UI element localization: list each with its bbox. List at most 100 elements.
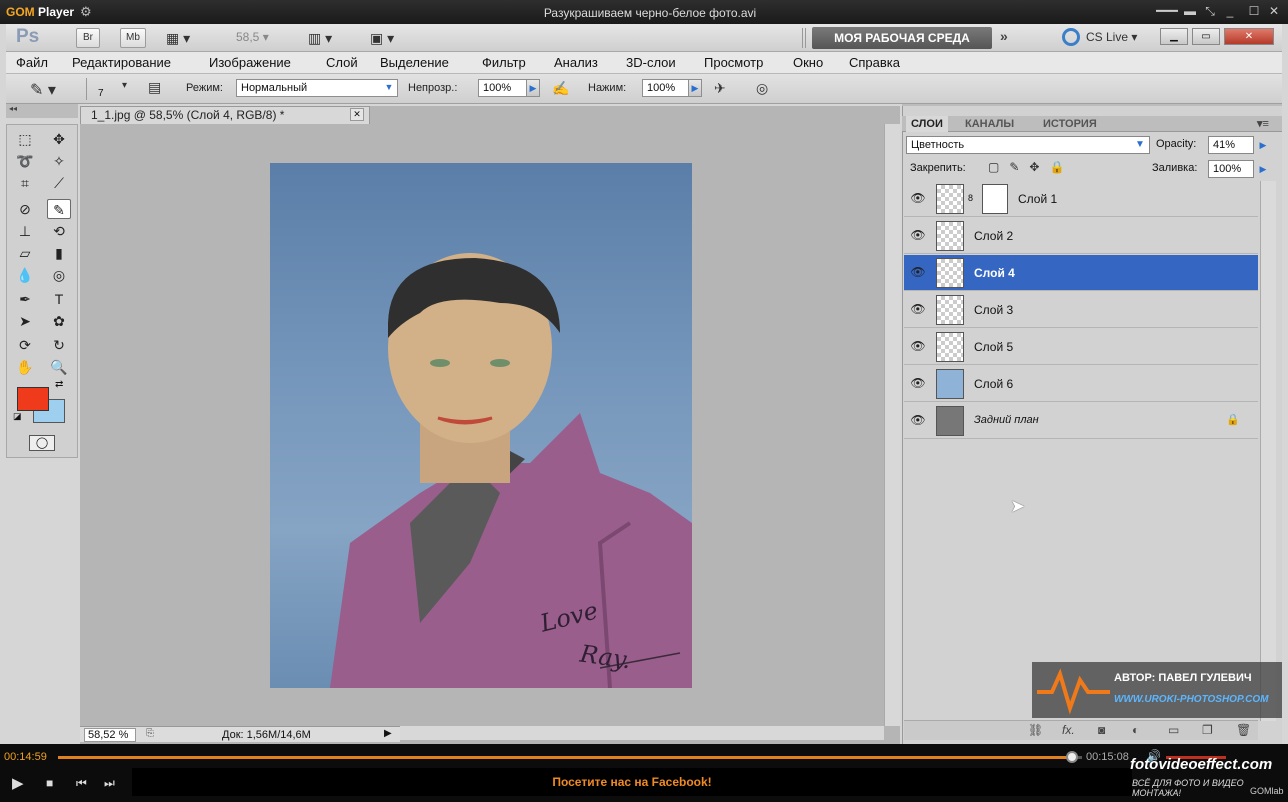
shape-tool-icon[interactable]: ✿ — [47, 311, 71, 331]
layer-row-5[interactable]: 👁 Слой 5 — [904, 329, 1258, 365]
seek-knob[interactable] — [1065, 751, 1078, 763]
play-icon[interactable]: ▶ — [12, 774, 24, 792]
menu-select[interactable]: Выделение — [380, 55, 449, 70]
panel-menu-icon[interactable]: ▾≡ — [1252, 116, 1274, 132]
3d-orbit-tool-icon[interactable]: ↻ — [47, 335, 71, 355]
menu-filter[interactable]: Фильтр — [482, 55, 526, 70]
menu-analysis[interactable]: Анализ — [554, 55, 598, 70]
history-brush-tool-icon[interactable]: ⟲ — [47, 221, 71, 241]
photo-image[interactable]: Love Ray. — [270, 163, 692, 688]
layer-row-6[interactable]: 👁 Слой 6 — [904, 366, 1258, 402]
pen-tool-icon[interactable]: ✒ — [13, 289, 37, 309]
fx-icon[interactable]: fx. — [1062, 723, 1075, 737]
chevron-down-icon[interactable]: ▼ — [382, 79, 396, 97]
menu-help[interactable]: Справка — [849, 55, 900, 70]
default-colors-icon[interactable]: ◪ — [13, 411, 22, 422]
zoom-status-input[interactable]: 58,52 % — [84, 728, 136, 742]
fill-arrow-icon[interactable]: ▶ — [1256, 160, 1270, 178]
share-icon[interactable]: ⎘ — [146, 728, 154, 739]
adjustment-layer-icon[interactable]: ◐ — [1132, 723, 1139, 737]
path-selection-tool-icon[interactable]: ➤ — [13, 311, 37, 331]
brush-tool-icon[interactable]: ✎ — [47, 199, 71, 219]
eraser-tool-icon[interactable]: ▱ — [13, 243, 37, 263]
layer-row-1[interactable]: 👁 8 Слой 1 — [904, 181, 1258, 217]
status-menu-arrow-icon[interactable]: ▶ — [384, 728, 392, 739]
blur-tool-icon[interactable]: 💧 — [13, 265, 37, 285]
view-extras-icon[interactable]: ▦ ▾ — [166, 30, 190, 47]
close-icon[interactable]: ✕ — [350, 108, 364, 121]
gom-volume-slider[interactable]: ━━━ — [1150, 4, 1184, 18]
previous-icon[interactable]: ⏮ — [76, 776, 87, 791]
zoom-tool-icon[interactable]: 🔍 — [47, 357, 71, 377]
marquee-tool-icon[interactable]: ⬚ — [13, 129, 37, 149]
chevron-down-icon[interactable]: ▼ — [1132, 137, 1148, 153]
screen-mode-icon[interactable]: ▣ ▾ — [370, 30, 394, 47]
link-layers-icon[interactable]: ⛓ — [1028, 723, 1043, 737]
hand-tool-icon[interactable]: ✋ — [13, 357, 37, 377]
cs-live-button[interactable]: CS Live ▾ — [1086, 30, 1137, 44]
arrange-documents-icon[interactable]: ▥ ▾ — [308, 30, 332, 47]
blend-mode-select[interactable]: Цветность — [906, 136, 1150, 154]
tab-layers[interactable]: СЛОИ — [906, 116, 948, 132]
gom-close-button[interactable]: ✕ — [1266, 4, 1282, 18]
add-mask-icon[interactable]: ◙ — [1098, 723, 1105, 737]
airbrush-icon[interactable]: ✈ — [714, 80, 726, 97]
eye-icon[interactable]: 👁 — [908, 302, 928, 316]
dodge-tool-icon[interactable]: ◎ — [47, 265, 71, 285]
gom-logo[interactable]: GOM Player — [6, 5, 74, 19]
stop-icon[interactable]: ■ — [46, 776, 53, 790]
move-tool-icon[interactable]: ✥ — [47, 129, 71, 149]
layer-mask-thumbnail[interactable] — [982, 184, 1008, 214]
menu-window[interactable]: Окно — [793, 55, 823, 70]
layer-row-4-selected[interactable]: 👁 Слой 4 — [904, 255, 1258, 291]
workspace-more-icon[interactable]: » — [1000, 28, 1008, 44]
ps-minimize-button[interactable]: ▁ — [1160, 28, 1188, 45]
fill-input[interactable]: 100% — [1208, 160, 1254, 178]
flow-input[interactable]: 100% — [642, 79, 690, 97]
menu-file[interactable]: Файл — [16, 55, 48, 70]
opacity-arrow-icon[interactable]: ▶ — [1256, 136, 1270, 154]
new-group-icon[interactable]: ▭ — [1168, 723, 1179, 737]
tools-collapse-icon[interactable]: ◂◂ — [6, 104, 78, 118]
menu-edit[interactable]: Редактирование — [72, 55, 171, 70]
tab-history[interactable]: ИСТОРИЯ — [1038, 116, 1102, 132]
menu-3d[interactable]: 3D-слои — [626, 55, 676, 70]
workspace-button[interactable]: МОЯ РАБОЧАЯ СРЕДА — [812, 27, 992, 49]
brush-picker-arrow-icon[interactable]: ▾ — [122, 80, 127, 91]
gom-maximize-button[interactable]: ☐ — [1246, 4, 1262, 18]
layer-row-3[interactable]: 👁 Слой 3 — [904, 292, 1258, 328]
brush-panel-icon[interactable]: ▤ — [148, 79, 161, 96]
menu-view[interactable]: Просмотр — [704, 55, 763, 70]
type-tool-icon[interactable]: T — [47, 289, 71, 309]
opacity-input[interactable]: 100% — [478, 79, 528, 97]
document-tab[interactable]: 1_1.jpg @ 58,5% (Слой 4, RGB/8) * — [80, 106, 370, 124]
layer-row-2[interactable]: 👁 Слой 2 — [904, 218, 1258, 254]
bridge-button[interactable]: Br — [76, 28, 100, 48]
ps-restore-button[interactable]: ▭ — [1192, 28, 1220, 45]
foreground-color-swatch[interactable] — [17, 387, 49, 411]
3d-rotate-tool-icon[interactable]: ⟳ — [13, 335, 37, 355]
gradient-tool-icon[interactable]: ▮ — [47, 243, 71, 263]
opacity-slider-arrow-icon[interactable]: ▶ — [526, 79, 540, 97]
tab-channels[interactable]: КАНАЛЫ — [960, 116, 1019, 132]
ad-text-link[interactable]: Посетите нас на Facebook! — [132, 775, 1132, 789]
tablet-size-icon[interactable]: ◎ — [756, 80, 768, 97]
eye-icon[interactable]: 👁 — [908, 339, 928, 353]
eye-icon[interactable]: 👁 — [908, 376, 928, 390]
trash-icon[interactable]: 🗑 — [1236, 723, 1251, 737]
eye-icon[interactable]: 👁 — [908, 413, 928, 427]
gear-icon[interactable]: ⚙ — [80, 4, 92, 20]
zoom-level[interactable]: 58,5 ▾ — [236, 30, 269, 44]
mode-select[interactable]: Нормальный — [236, 79, 398, 97]
gom-minimize-button[interactable]: _ — [1222, 4, 1238, 18]
menu-layer[interactable]: Слой — [326, 55, 358, 70]
layer-opacity-input[interactable]: 41% — [1208, 136, 1254, 154]
crop-tool-icon[interactable]: ⌗ — [13, 173, 37, 193]
lock-icons[interactable]: ▢✎✥🔒 — [988, 160, 1074, 174]
horizontal-scrollbar[interactable] — [400, 726, 884, 740]
cs-live-icon[interactable] — [1062, 28, 1080, 46]
minibridge-button[interactable]: Mb — [120, 28, 146, 48]
quick-selection-tool-icon[interactable]: ✧ — [47, 151, 71, 171]
brush-size[interactable]: 7 — [98, 88, 104, 99]
healing-brush-tool-icon[interactable]: ⊘ — [13, 199, 37, 219]
